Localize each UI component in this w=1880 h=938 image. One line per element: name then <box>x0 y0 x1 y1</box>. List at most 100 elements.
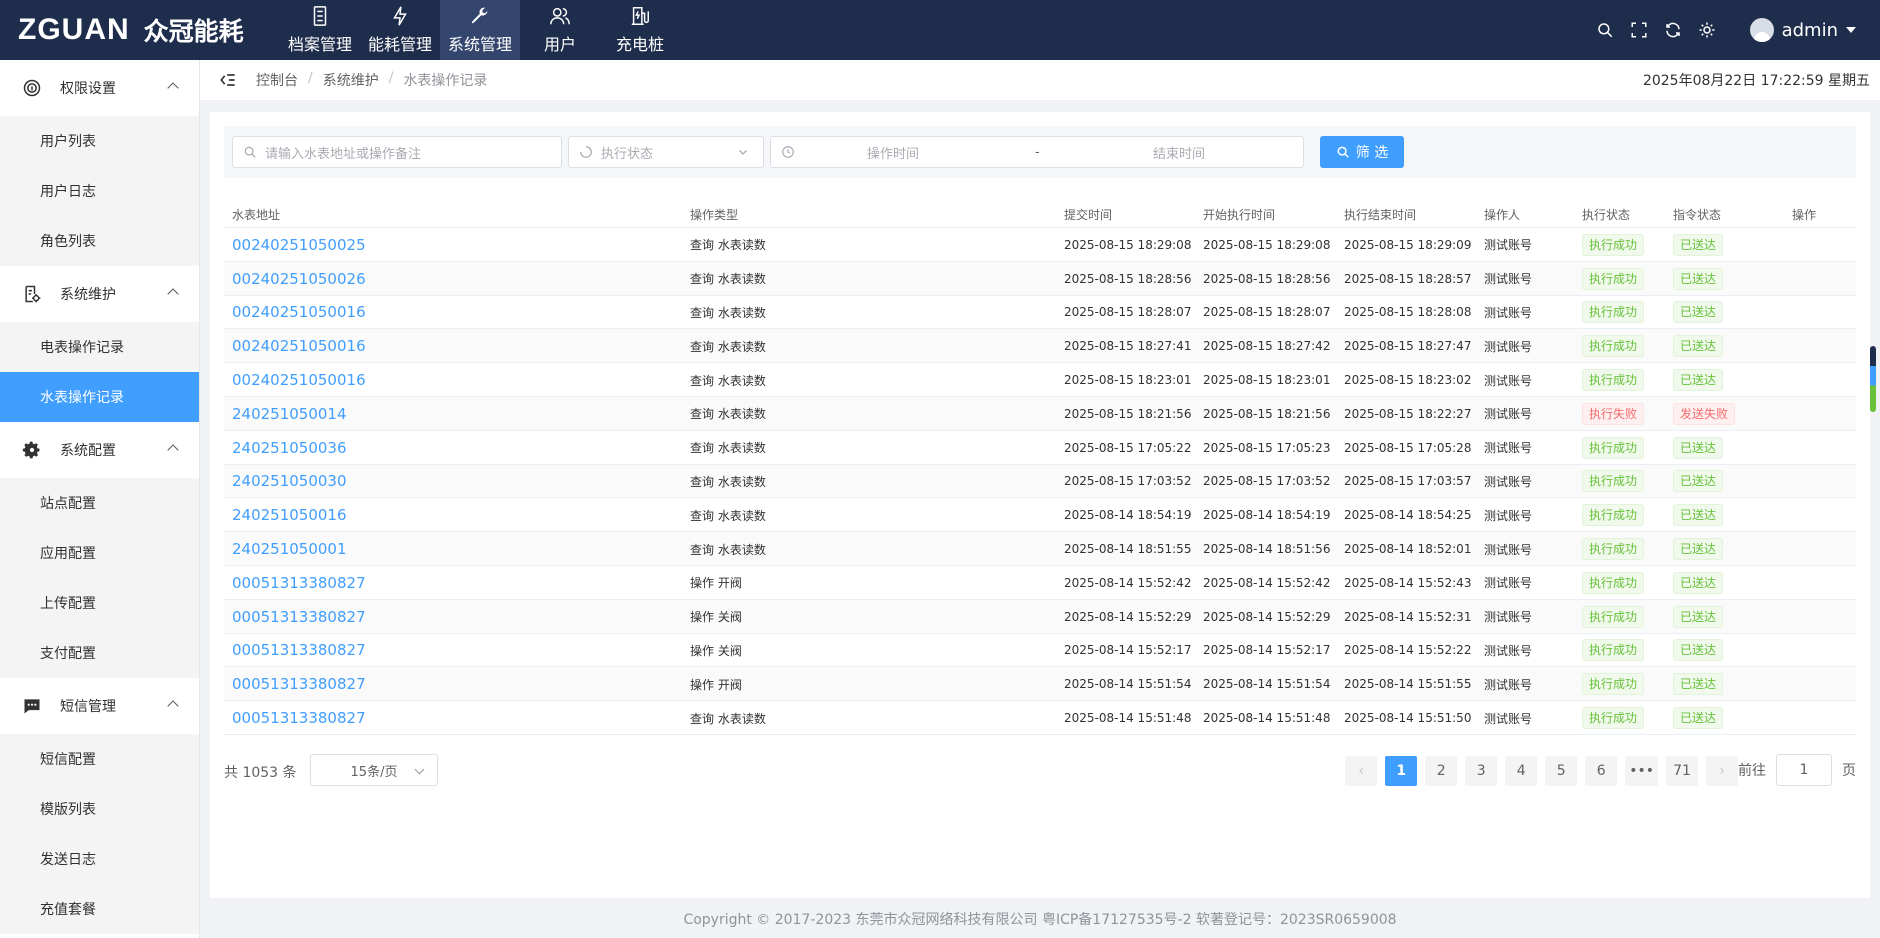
col-header-operator: 操作人 <box>1484 208 1521 222</box>
cell-operator: 测试账号 <box>1484 465 1532 499</box>
cell-address-text[interactable]: 00240251050016 <box>232 337 366 355</box>
sidebar-item-pay-config[interactable]: 支付配置 <box>0 628 199 678</box>
breadcrumb-separator: / <box>388 70 394 86</box>
sidebar-item-sms-config[interactable]: 短信配置 <box>0 734 199 784</box>
sidebar-item-send-log[interactable]: 发送日志 <box>0 834 199 884</box>
sidebar-item-recharge-plan[interactable]: 充值套餐 <box>0 884 199 934</box>
next-page-button[interactable]: › <box>1706 756 1738 786</box>
goto-page-input[interactable]: 1 <box>1776 754 1832 786</box>
cell-address[interactable]: 00051313380827 <box>232 701 366 735</box>
page-size-select[interactable]: 15条/页 <box>310 754 438 786</box>
cell-address-text[interactable]: 240251050014 <box>232 405 347 423</box>
page-button[interactable]: 3 <box>1465 756 1498 786</box>
sidebar-item-app-config[interactable]: 应用配置 <box>0 528 199 578</box>
nav-charger-label: 充电桩 <box>615 35 664 54</box>
cell-address[interactable]: 00051313380827 <box>232 667 366 701</box>
cell-start-time: 2025-08-14 15:52:29 <box>1203 600 1330 634</box>
cell-address-text[interactable]: 00051313380827 <box>232 675 366 693</box>
cell-address[interactable]: 00240251050026 <box>232 262 366 296</box>
page-button[interactable]: 2 <box>1425 756 1458 786</box>
page-button[interactable]: 71 <box>1666 756 1698 786</box>
cell-address[interactable]: 00051313380827 <box>232 634 366 668</box>
sidebar-item-upload-config[interactable]: 上传配置 <box>0 578 199 628</box>
clock-icon <box>782 146 794 158</box>
more-pages-button[interactable]: ••• <box>1625 756 1658 786</box>
cell-address[interactable]: 240251050001 <box>232 532 347 566</box>
nav-energy[interactable]: 能耗管理 <box>360 0 440 60</box>
breadcrumb-home[interactable]: 控制台 <box>256 70 298 90</box>
cell-address[interactable]: 240251050030 <box>232 465 347 499</box>
status-badge: 已送达 <box>1673 267 1724 290</box>
collapse-menu-icon[interactable] <box>218 70 238 90</box>
sidebar-item-role-list[interactable]: 角色列表 <box>0 216 199 266</box>
page-button[interactable]: 5 <box>1545 756 1578 786</box>
cell-address-text[interactable]: 00240251050025 <box>232 236 366 254</box>
cell-address[interactable]: 00051313380827 <box>232 600 366 634</box>
prev-page-button[interactable]: ‹ <box>1345 756 1378 786</box>
sidebar-item-site-config[interactable]: 站点配置 <box>0 478 199 528</box>
date-range-picker[interactable]: 操作时间 - 结束时间 <box>770 136 1304 168</box>
cell-address[interactable]: 00240251050016 <box>232 296 366 330</box>
sidebar-group-permission[interactable]: 权限设置 <box>0 60 199 116</box>
nav-charger[interactable]: 充电桩 <box>600 0 680 60</box>
cell-operator: 测试账号 <box>1484 600 1532 634</box>
cell-address[interactable]: 00240251050016 <box>232 329 366 363</box>
cell-op-type: 查询 水表读数 <box>690 397 766 431</box>
cell-operator-text: 测试账号 <box>1484 305 1533 320</box>
cell-address-text[interactable]: 240251050016 <box>232 506 347 524</box>
cell-address-text[interactable]: 00051313380827 <box>232 709 366 727</box>
cell-address-text[interactable]: 00051313380827 <box>232 608 366 626</box>
cell-address-text[interactable]: 00051313380827 <box>232 641 366 659</box>
cell-address[interactable]: 00051313380827 <box>232 566 366 600</box>
cell-address-text[interactable]: 00240251050016 <box>232 371 366 389</box>
search-input[interactable]: 请输入水表地址或操作备注 <box>232 136 562 168</box>
cell-op-type-text: 查询 水表读数 <box>690 508 766 523</box>
cell-address[interactable]: 00240251050025 <box>232 228 366 262</box>
scrollbar-thumb[interactable] <box>1870 346 1876 412</box>
cell-address[interactable]: 240251050014 <box>232 397 347 431</box>
nav-archive[interactable]: 档案管理 <box>280 0 360 60</box>
cell-address[interactable]: 240251050036 <box>232 431 347 465</box>
status-select[interactable]: 执行状态 <box>568 136 764 168</box>
search-icon <box>1337 146 1349 158</box>
cell-address-text[interactable]: 240251050001 <box>232 540 347 558</box>
total-count: 共 1053 条 <box>224 765 297 781</box>
cell-op-type-text: 查询 水表读数 <box>690 542 766 557</box>
breadcrumb-section[interactable]: 系统维护 <box>323 70 379 90</box>
sidebar-item-template-list[interactable]: 模版列表 <box>0 784 199 834</box>
cell-address[interactable]: 240251050016 <box>232 498 347 532</box>
nav-system[interactable]: 系统管理 <box>440 0 520 60</box>
cell-address-text[interactable]: 240251050036 <box>232 439 347 457</box>
theme-sun-icon[interactable] <box>1698 21 1716 39</box>
status-badge: 已送达 <box>1673 335 1724 358</box>
sidebar-group-maintenance[interactable]: 系统维护 <box>0 266 199 322</box>
cell-address-text[interactable]: 240251050030 <box>232 472 347 490</box>
sidebar-item-user-list[interactable]: 用户列表 <box>0 116 199 166</box>
cell-address-text[interactable]: 00240251050026 <box>232 270 366 288</box>
table-row: 00051313380827 操作 关阀 2025-08-14 15:52:17 20… <box>224 634 1856 668</box>
page-button[interactable]: 1 <box>1385 756 1418 786</box>
filter-button[interactable]: 筛 选 <box>1320 136 1404 168</box>
nav-system-label: 系统管理 <box>447 35 512 54</box>
page-button[interactable]: 4 <box>1505 756 1538 786</box>
cell-address[interactable]: 00240251050016 <box>232 363 366 397</box>
nav-users[interactable]: 用户 <box>520 0 600 60</box>
fullscreen-icon[interactable] <box>1630 21 1648 39</box>
sidebar-item-electric-log[interactable]: 电表操作记录 <box>0 322 199 372</box>
sidebar-item-user-log[interactable]: 用户日志 <box>0 166 199 216</box>
cell-operator: 测试账号 <box>1484 397 1532 431</box>
cell-address-text[interactable]: 00051313380827 <box>232 574 366 592</box>
logo[interactable]: ZGUAN 众冠能耗 <box>18 10 244 50</box>
cell-address-text[interactable]: 00240251050016 <box>232 303 366 321</box>
page-button[interactable]: 6 <box>1585 756 1618 786</box>
cell-end-time-text: 2025-08-14 18:52:01 <box>1344 542 1472 557</box>
user-menu[interactable]: admin <box>1749 18 1856 42</box>
sidebar-group-config[interactable]: 系统配置 <box>0 422 199 478</box>
search-icon[interactable] <box>1596 21 1614 39</box>
logo-cn: 众冠能耗 <box>143 17 244 46</box>
refresh-icon[interactable] <box>1664 21 1682 39</box>
sidebar-item-water-log[interactable]: 水表操作记录 <box>0 372 199 422</box>
sidebar-group-sms[interactable]: 短信管理 <box>0 678 199 734</box>
cell-exec-status: 执行成功 <box>1582 498 1645 532</box>
cell-cmd-status: 已送达 <box>1673 498 1724 532</box>
